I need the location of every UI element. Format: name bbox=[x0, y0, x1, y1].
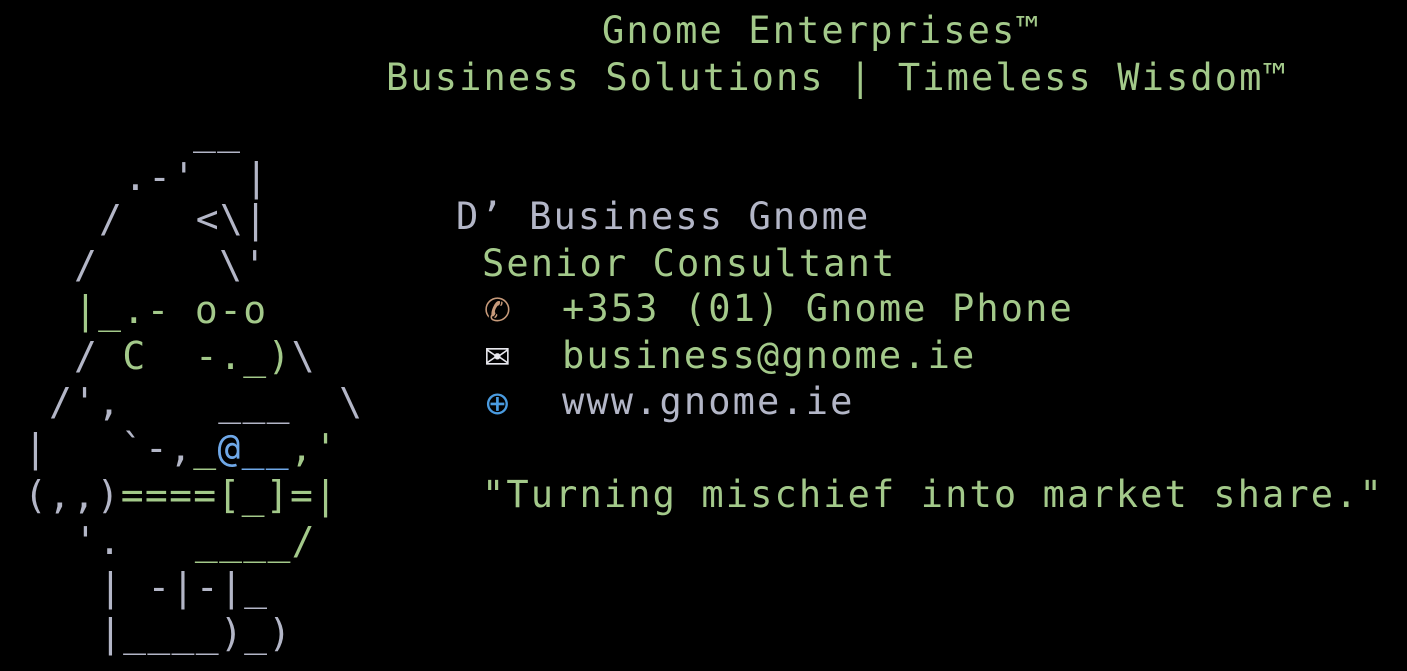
ascii-line-7-a: /', bbox=[49, 380, 122, 424]
ascii-line-6: / C -._)\ bbox=[74, 337, 316, 375]
ascii-line-6-b: C -._) bbox=[122, 334, 292, 378]
ascii-line-6-a: / bbox=[74, 334, 99, 378]
ascii-line-10: '. ____/ bbox=[74, 522, 316, 560]
card-job-title: Senior Consultant bbox=[482, 242, 897, 285]
ascii-line-8-d: ,' bbox=[289, 426, 339, 470]
ascii-line-9-b: ====[_]= bbox=[120, 473, 315, 517]
ascii-line-5: |_.- o-o bbox=[74, 288, 268, 332]
ascii-line-12: |____)_) bbox=[99, 611, 293, 655]
ascii-line-8-at: @ bbox=[217, 426, 242, 470]
ascii-line-7-c: \ bbox=[339, 380, 364, 424]
globe-icon: ⊕ bbox=[484, 384, 511, 422]
phone-number[interactable]: +353 (01) Gnome Phone bbox=[562, 287, 1074, 330]
phone-row: ✆ +353 (01) Gnome Phone bbox=[484, 290, 1074, 327]
email-address[interactable]: business@gnome.ie bbox=[562, 334, 976, 377]
card-quote: "Turning mischief into market share." bbox=[482, 473, 1384, 516]
ascii-line-10-a: '. bbox=[74, 519, 123, 563]
website-row: ⊕ www.gnome.ie bbox=[484, 383, 855, 420]
ascii-line-8-a: | `-, bbox=[24, 426, 194, 470]
ascii-line-2: .-' | bbox=[124, 155, 270, 199]
company-name: Gnome Enterprises™ bbox=[602, 9, 1041, 52]
ascii-line-9-a: (,,) bbox=[24, 473, 121, 517]
ascii-line-8-b: _ bbox=[193, 426, 218, 470]
telephone-icon: ✆ bbox=[484, 291, 511, 329]
ascii-line-3: / <\| bbox=[99, 197, 269, 241]
ascii-line-7-b: ___ bbox=[218, 380, 291, 424]
email-row: ✉ business@gnome.ie bbox=[484, 337, 976, 374]
ascii-line-8: | `-,_@__,' bbox=[24, 429, 338, 467]
ascii-line-4: / \' bbox=[74, 243, 268, 287]
ascii-line-10-b: ____/ bbox=[194, 519, 316, 563]
card-name: D’ Business Gnome bbox=[456, 195, 871, 238]
ascii-line-11: | -|-|_ bbox=[99, 565, 269, 609]
ascii-line-6-c: \ bbox=[291, 334, 316, 378]
ascii-line-7: /', ___ \ bbox=[49, 383, 363, 421]
ascii-line-9-c: | bbox=[314, 473, 339, 517]
website-url[interactable]: www.gnome.ie bbox=[562, 380, 855, 423]
company-tagline: Business Solutions | Timeless Wisdom™ bbox=[386, 56, 1288, 99]
envelope-icon: ✉ bbox=[484, 338, 511, 376]
ascii-line-1: __ bbox=[193, 109, 242, 153]
ascii-line-8-c: __ bbox=[241, 426, 290, 470]
ascii-line-9: (,,)====[_]=| bbox=[24, 476, 338, 514]
